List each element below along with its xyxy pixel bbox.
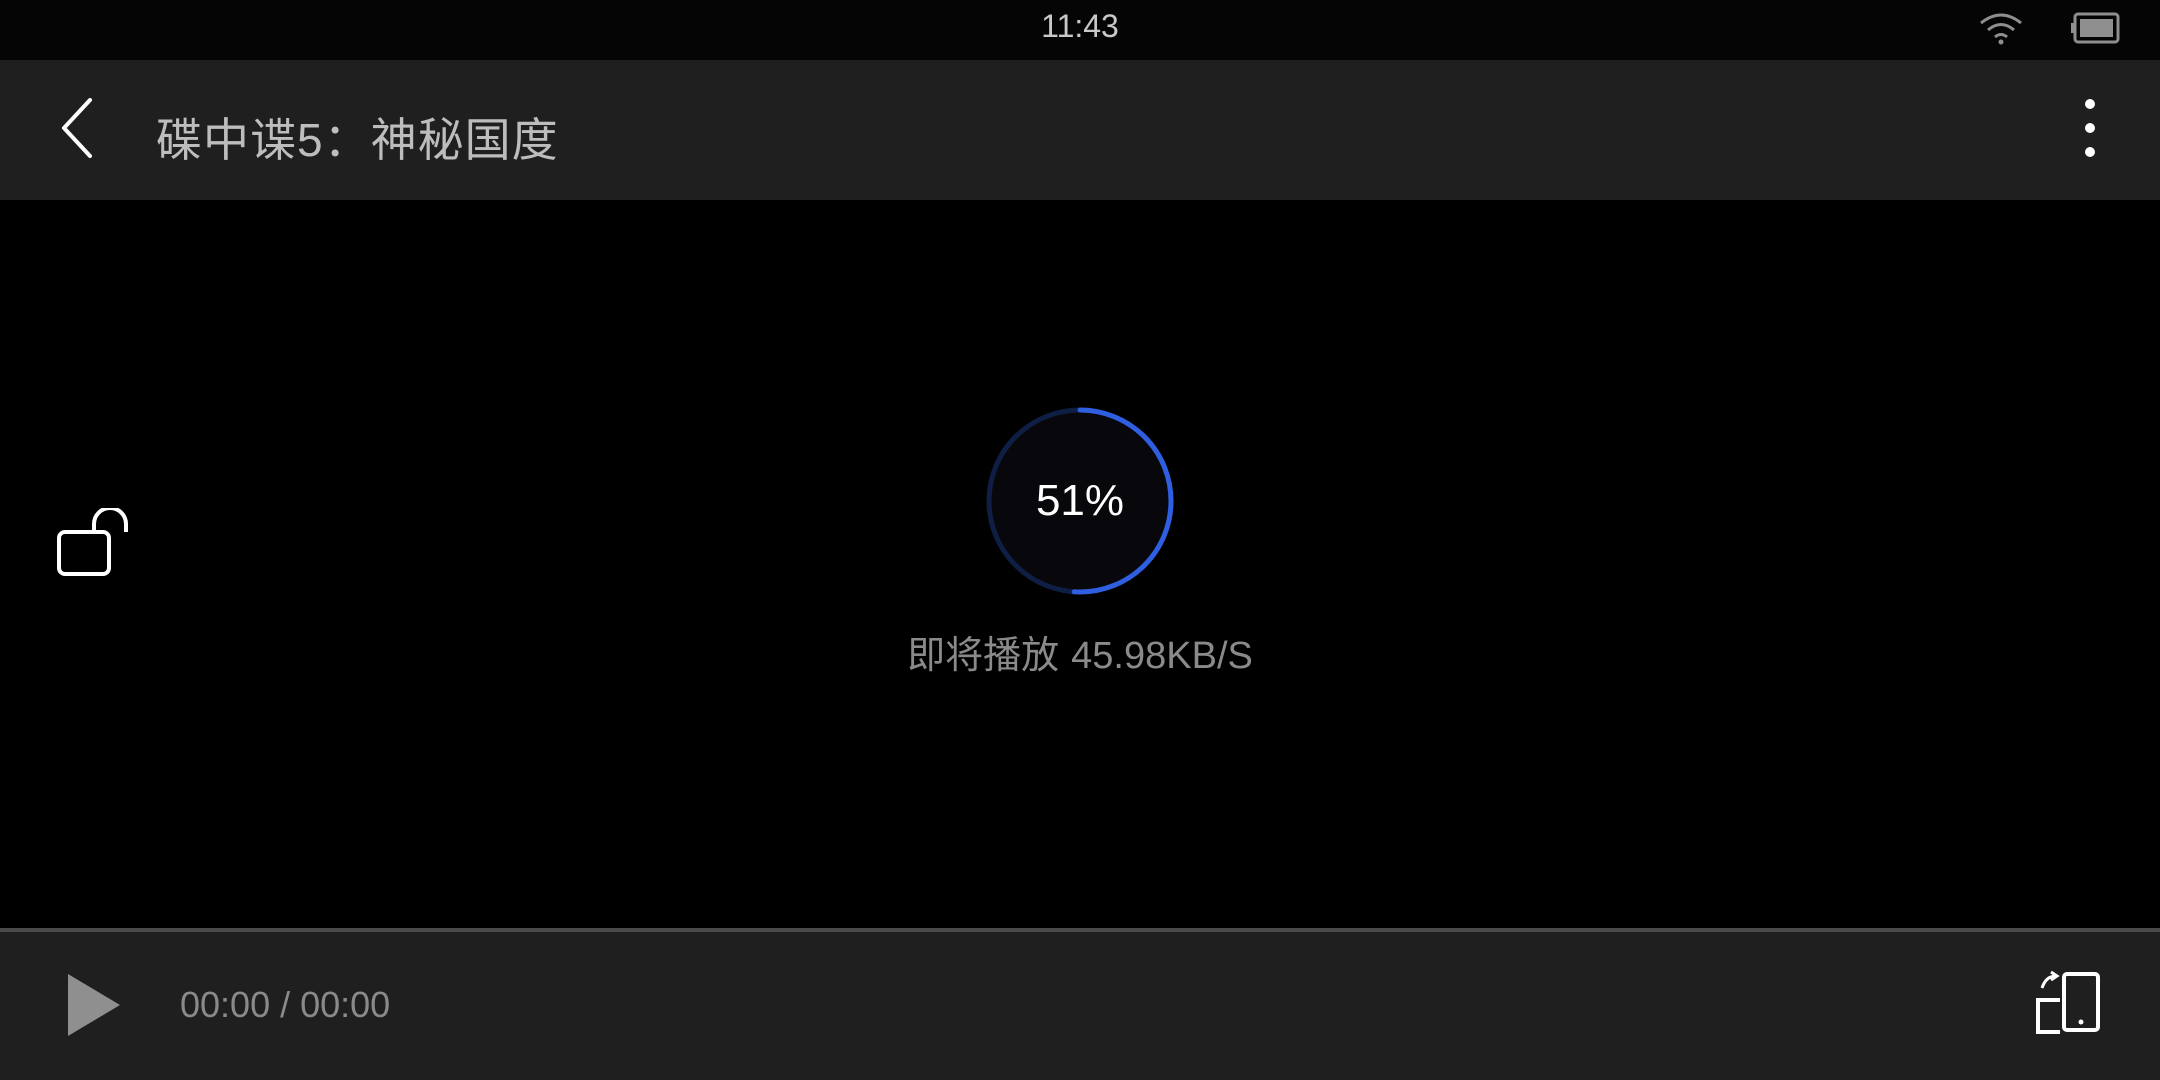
more-options-button[interactable] bbox=[2060, 90, 2120, 170]
loading-speed: 45.98KB/S bbox=[1071, 635, 1253, 677]
video-area[interactable]: 51% 即将播放 45.98KB/S bbox=[0, 200, 2160, 928]
back-arrow-icon bbox=[58, 96, 98, 165]
battery-icon bbox=[2070, 12, 2120, 49]
screen-rotate-icon bbox=[2032, 970, 2104, 1044]
screen-lock-button[interactable] bbox=[56, 506, 132, 578]
status-time: 11:43 bbox=[1041, 8, 1119, 44]
current-time: 00:00 bbox=[180, 984, 271, 1025]
play-icon bbox=[60, 974, 130, 1044]
status-icons bbox=[1978, 10, 2120, 50]
more-vertical-icon bbox=[2082, 96, 2098, 165]
back-button[interactable] bbox=[40, 90, 116, 170]
status-bar: 11:43 bbox=[0, 0, 2160, 60]
title-bar: 碟中谍5：神秘国度 bbox=[0, 60, 2160, 200]
loading-progress-ring: 51% bbox=[984, 405, 1176, 597]
loading-status: 即将播放 45.98KB/S bbox=[0, 624, 2160, 679]
time-display: 00:00/00:00 bbox=[180, 984, 390, 1026]
loading-message: 即将播放 bbox=[907, 635, 1060, 677]
loading-percent: 51% bbox=[1035, 476, 1125, 525]
play-button[interactable] bbox=[60, 970, 130, 1040]
time-separator: / bbox=[280, 984, 291, 1025]
screen-rotate-button[interactable] bbox=[2032, 970, 2104, 1040]
total-time: 00:00 bbox=[300, 984, 391, 1025]
unlock-icon bbox=[56, 506, 132, 582]
playback-controls: 00:00/00:00 bbox=[0, 932, 2160, 1080]
video-title: 碟中谍5：神秘国度 bbox=[156, 114, 559, 166]
wifi-icon bbox=[1978, 11, 2024, 50]
video-player-screen: 11:43 碟中谍5：神秘国度 51% 即将播放 45.98KB/S 00:00… bbox=[0, 0, 2160, 1080]
